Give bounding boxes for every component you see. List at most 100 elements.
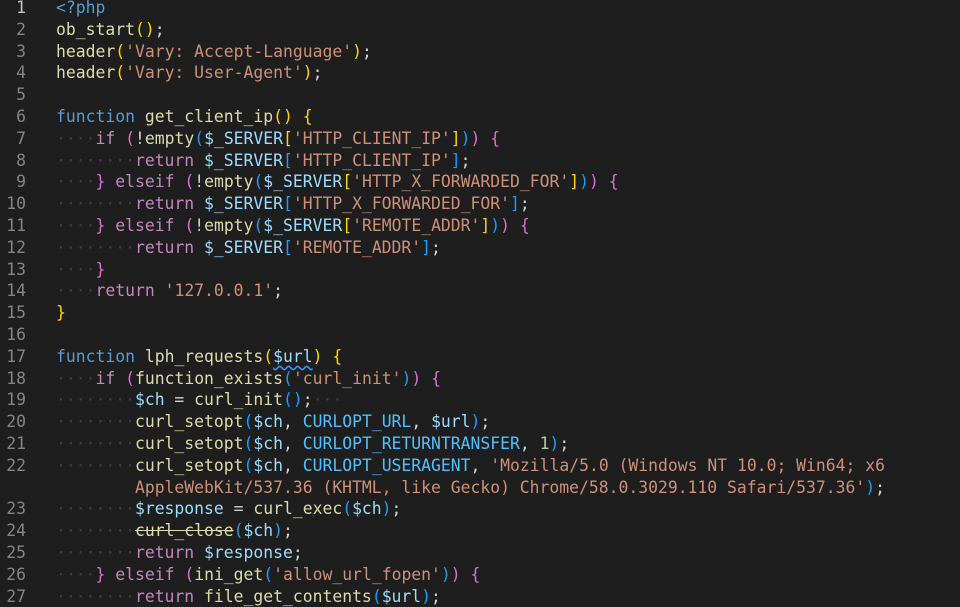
token-p2: ( bbox=[125, 128, 135, 148]
code-editor[interactable]: 1 <?php 2 ob_start(); 3 header('Vary: Accept-… bbox=[0, 0, 960, 607]
code-line[interactable]: 9 ····} elseif (!empty($_SERVER['HTTP_X_F… bbox=[0, 171, 960, 193]
token-p2: ) bbox=[500, 216, 511, 235]
token-str: 'Vary: User-Agent' bbox=[125, 63, 303, 83]
token-p3: ( bbox=[243, 455, 254, 475]
token-pl: ; bbox=[361, 41, 372, 61]
token-p2: ) bbox=[470, 128, 481, 148]
code-line[interactable]: 12 ········return $_SERVER['REMOTE_ADDR']… bbox=[0, 237, 960, 259]
code-text: ····} elseif (!empty($_SERVER['REMOTE_AD… bbox=[56, 215, 530, 237]
code-line[interactable]: 15} bbox=[0, 302, 960, 324]
line-number: 17 bbox=[6, 346, 26, 366]
code-line[interactable]: 17 function lph_requests($url) { bbox=[0, 346, 960, 368]
token-pl: , bbox=[283, 412, 303, 432]
code-text: ········return $_SERVER['HTTP_X_FORWARDE… bbox=[56, 193, 530, 215]
code-line[interactable]: 26 ····} elseif (ini_get('allow_url_fopen… bbox=[0, 564, 960, 586]
token-fn: curl_init bbox=[194, 390, 283, 410]
code-line[interactable]: AppleWebKit/537.36 (KHTML, like Gecko) C… bbox=[0, 477, 960, 499]
code-line[interactable]: 27 ········return file_get_contents($url)… bbox=[0, 586, 960, 607]
token-pl: ; bbox=[480, 412, 491, 432]
code-line[interactable]: 22 ········curl_setopt($ch, CURLOPT_USERA… bbox=[0, 455, 960, 477]
token-pl: ; bbox=[431, 586, 441, 606]
token-p2: { bbox=[431, 368, 441, 388]
token-p2: ( bbox=[125, 368, 135, 388]
token-pl: ! bbox=[194, 216, 205, 235]
line-number: 13 bbox=[6, 259, 26, 279]
code-line[interactable]: 3 header('Vary: Accept-Language'); bbox=[0, 41, 960, 63]
token-p2: } bbox=[95, 564, 106, 584]
token-ctl: return bbox=[134, 543, 195, 562]
code-line[interactable]: 7 ····if (!empty($_SERVER['HTTP_CLIENT_IP… bbox=[0, 128, 960, 150]
line-number: 6 bbox=[16, 107, 26, 126]
token-pl: ; bbox=[460, 150, 471, 170]
token-ctl: return bbox=[134, 150, 195, 170]
code-line[interactable]: 14 ····return '127.0.0.1'; bbox=[0, 280, 960, 302]
code-line[interactable]: 18 ····if (function_exists('curl_init')) … bbox=[0, 368, 960, 390]
token-p3: ( bbox=[243, 434, 254, 453]
line-number: 14 bbox=[6, 281, 26, 301]
token-fn: lph_requests bbox=[144, 346, 264, 366]
code-line[interactable]: 13 ····} bbox=[0, 259, 960, 281]
token-pl: , bbox=[283, 455, 303, 475]
code-line[interactable]: 20 ········curl_setopt($ch, CURLOPT_URL, … bbox=[0, 411, 960, 433]
token-p3: ( bbox=[233, 521, 244, 541]
token-p1: [ bbox=[342, 172, 353, 192]
code-line[interactable]: 16 bbox=[0, 324, 960, 346]
token-kw: function bbox=[56, 107, 135, 126]
code-line[interactable]: 8 ········return $_SERVER['HTTP_CLIENT_IP… bbox=[0, 150, 960, 172]
token-p3: ) bbox=[865, 477, 876, 497]
line-number: 8 bbox=[16, 150, 26, 170]
token-p3: ) bbox=[381, 499, 392, 519]
token-ws: ········ bbox=[56, 543, 135, 562]
token-p3: ) bbox=[273, 521, 283, 541]
token-p3: ) bbox=[440, 564, 451, 584]
line-number: 11 bbox=[6, 216, 26, 235]
token-strike: curl_close bbox=[134, 521, 234, 541]
token-str: 'allow_url_fopen' bbox=[273, 564, 441, 584]
line-number: 4 bbox=[16, 63, 26, 83]
token-p3: ( bbox=[263, 564, 274, 584]
code-area[interactable]: 1 <?php 2 ob_start(); 3 header('Vary: Accept-… bbox=[0, 0, 960, 607]
code-line[interactable]: 5 bbox=[0, 84, 960, 106]
line-number: 1 bbox=[16, 0, 26, 17]
line-number: 24 bbox=[6, 521, 26, 541]
token-ws: ········ bbox=[56, 455, 135, 475]
token-p2: } bbox=[95, 259, 106, 279]
code-line[interactable]: 24 ········curl_close($ch); bbox=[0, 520, 960, 542]
token-pl: ; bbox=[292, 543, 303, 562]
token-p1: ( bbox=[115, 63, 126, 83]
code-line[interactable]: 25 ········return $response; bbox=[0, 542, 960, 564]
code-line[interactable]: 10 ········return $_SERVER['HTTP_X_FORWAR… bbox=[0, 193, 960, 215]
token-pl: ; bbox=[559, 434, 570, 453]
code-line[interactable]: 6 function get_client_ip() { bbox=[0, 106, 960, 128]
token-p2: { bbox=[470, 564, 481, 584]
code-line[interactable]: 1 <?php bbox=[0, 0, 960, 19]
token-ctl: elseif bbox=[115, 216, 175, 235]
code-line[interactable]: 4 header('Vary: User-Agent'); bbox=[0, 62, 960, 84]
token-p1: [ bbox=[283, 128, 293, 148]
code-line[interactable]: 21 ········curl_setopt($ch, CURLOPT_RETUR… bbox=[0, 433, 960, 455]
token-ctl: return bbox=[134, 194, 195, 214]
token-ws: ···· bbox=[56, 128, 96, 148]
code-line[interactable]: 19 ········$ch = curl_init();··· bbox=[0, 389, 960, 411]
code-line[interactable]: 2 ob_start(); bbox=[0, 19, 960, 41]
code-text: } bbox=[56, 302, 66, 324]
line-number: 21 bbox=[6, 434, 26, 453]
token-p1: ) bbox=[302, 63, 313, 83]
code-line[interactable]: 23 ········$response = curl_exec($ch); bbox=[0, 498, 960, 520]
token-p1: ] bbox=[569, 172, 580, 192]
token-var: $ch bbox=[253, 412, 283, 432]
token-str: 'HTTP_X_FORWARDED_FOR' bbox=[292, 194, 510, 214]
token-p1: ) bbox=[312, 346, 323, 366]
code-line[interactable]: 11 ····} elseif (!empty($_SERVER['REMOTE_… bbox=[0, 215, 960, 237]
line-number: 23 bbox=[6, 499, 26, 519]
token-pl: = bbox=[164, 390, 195, 410]
token-p2: } bbox=[95, 172, 106, 192]
code-text: header('Vary: User-Agent'); bbox=[56, 62, 322, 84]
token-p1: () bbox=[273, 107, 293, 126]
